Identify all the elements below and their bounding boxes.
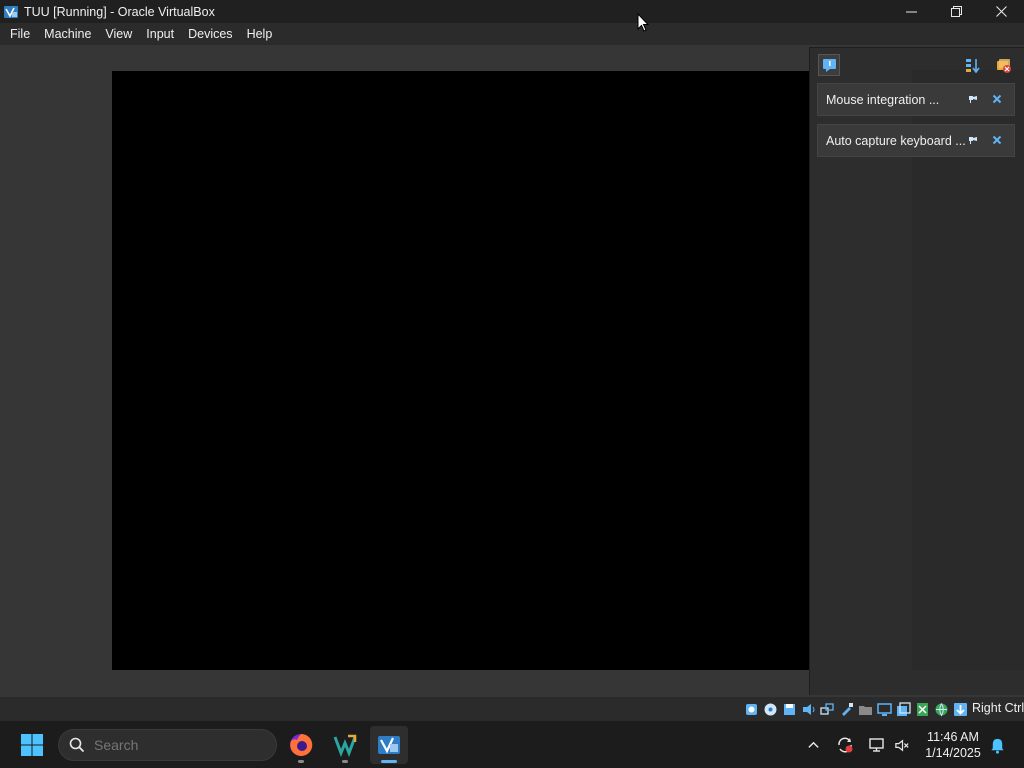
notification-pin-button[interactable] <box>966 92 980 106</box>
floppy-indicator[interactable] <box>781 701 797 717</box>
mouse-cursor-icon <box>637 13 649 32</box>
cpu-icon <box>916 702 928 716</box>
close-icon <box>992 135 1002 145</box>
menu-devices[interactable]: Devices <box>181 23 239 45</box>
usb-icon <box>841 702 853 716</box>
cpu-indicator[interactable] <box>914 701 930 717</box>
vm-display-area: Mouse integration ... Auto capture keybo… <box>0 45 1024 720</box>
firefox-icon <box>290 733 313 756</box>
start-button[interactable] <box>14 730 50 760</box>
notification-close-button[interactable] <box>990 92 1004 106</box>
maximize-button[interactable] <box>934 0 979 23</box>
usb-indicator[interactable] <box>838 701 854 717</box>
globe-icon <box>935 702 947 716</box>
windows-logo-icon <box>21 734 43 756</box>
network-indicator[interactable] <box>819 701 835 717</box>
taskbar: 11:46 AM 1/14/2025 <box>0 720 1024 768</box>
notification-text: Auto capture keyboard ... <box>826 133 966 148</box>
search-icon <box>69 737 85 753</box>
chevron-up-icon <box>807 741 819 748</box>
notification-item[interactable]: Auto capture keyboard ... <box>817 124 1015 157</box>
virtualbox-app-icon <box>4 5 18 18</box>
title-bar[interactable]: TUU [Running] - Oracle VirtualBox <box>0 0 1024 23</box>
hard-disk-indicator[interactable] <box>743 701 759 717</box>
pin-icon <box>969 137 977 144</box>
guest-additions-indicator[interactable] <box>933 701 949 717</box>
notification-center: Mouse integration ... Auto capture keybo… <box>809 47 1024 695</box>
sync-icon <box>838 737 853 753</box>
floppy-icon <box>783 703 795 715</box>
tray-volume[interactable] <box>891 721 913 768</box>
minimize-button[interactable] <box>889 0 934 23</box>
shared-folders-indicator[interactable] <box>857 701 873 717</box>
menu-machine[interactable]: Machine <box>37 23 98 45</box>
arrow-down-box-icon <box>953 702 967 716</box>
search-input[interactable] <box>94 737 254 753</box>
network-status-icon <box>869 738 884 752</box>
menu-help[interactable]: Help <box>240 23 280 45</box>
menu-view[interactable]: View <box>98 23 139 45</box>
sort-notifications-button[interactable] <box>961 54 983 76</box>
display-icon <box>876 702 892 716</box>
optical-drive-indicator[interactable] <box>762 701 778 717</box>
status-bar: Right Ctrl <box>0 697 1024 720</box>
bell-icon <box>990 738 1004 754</box>
clear-notifications-button[interactable] <box>992 54 1014 76</box>
window-title: TUU [Running] - Oracle VirtualBox <box>24 4 215 19</box>
close-button[interactable] <box>979 0 1024 23</box>
taskbar-app-virtualbox[interactable] <box>370 726 408 764</box>
vm-screen[interactable] <box>112 71 812 670</box>
close-icon <box>996 6 1007 17</box>
taskbar-app-vscode[interactable] <box>326 726 364 764</box>
hard-disk-icon <box>745 703 757 715</box>
menu-input[interactable]: Input <box>139 23 181 45</box>
volume-muted-icon <box>894 739 909 751</box>
clock-time: 11:46 AM <box>927 730 979 744</box>
notification-pin-button[interactable] <box>966 133 980 147</box>
taskbar-search[interactable] <box>58 729 277 761</box>
display-indicator[interactable] <box>876 701 892 717</box>
restore-icon <box>951 6 962 17</box>
network-icon <box>819 702 834 715</box>
show-hidden-icons-button[interactable] <box>801 721 825 768</box>
notifications-button[interactable] <box>986 721 1008 768</box>
device-indicators <box>743 700 971 718</box>
notification-close-button[interactable] <box>990 133 1004 147</box>
host-key-label: Right Ctrl <box>972 701 1024 715</box>
minimize-icon <box>906 11 917 13</box>
window-controls <box>889 0 1024 23</box>
keyboard-capture-indicator[interactable] <box>952 701 968 717</box>
audio-icon <box>802 703 814 715</box>
vscode-icon <box>333 734 357 758</box>
close-icon <box>992 94 1002 104</box>
pin-icon <box>969 96 977 103</box>
clock[interactable]: 11:46 AM 1/14/2025 <box>916 729 990 761</box>
tray-network[interactable] <box>865 721 889 768</box>
tray-update-status[interactable] <box>833 721 857 768</box>
notification-center-toggle-button[interactable] <box>818 54 840 76</box>
clear-all-icon <box>996 58 1011 73</box>
taskbar-app-firefox[interactable] <box>282 726 320 764</box>
optical-disc-icon <box>764 703 776 715</box>
recording-indicator[interactable] <box>895 701 911 717</box>
screen-capture-icon <box>896 701 911 716</box>
notification-item[interactable]: Mouse integration ... <box>817 83 1015 116</box>
virtualbox-icon <box>378 736 400 754</box>
audio-indicator[interactable] <box>800 701 816 717</box>
menu-bar: File Machine View Input Devices Help <box>0 23 1024 45</box>
menu-file[interactable]: File <box>3 23 37 45</box>
notification-text: Mouse integration ... <box>826 92 940 107</box>
notification-toolbar <box>810 48 1024 78</box>
folder-icon <box>858 705 872 715</box>
clock-date: 1/14/2025 <box>925 746 981 760</box>
sort-icon <box>965 58 980 73</box>
message-icon <box>822 58 836 72</box>
